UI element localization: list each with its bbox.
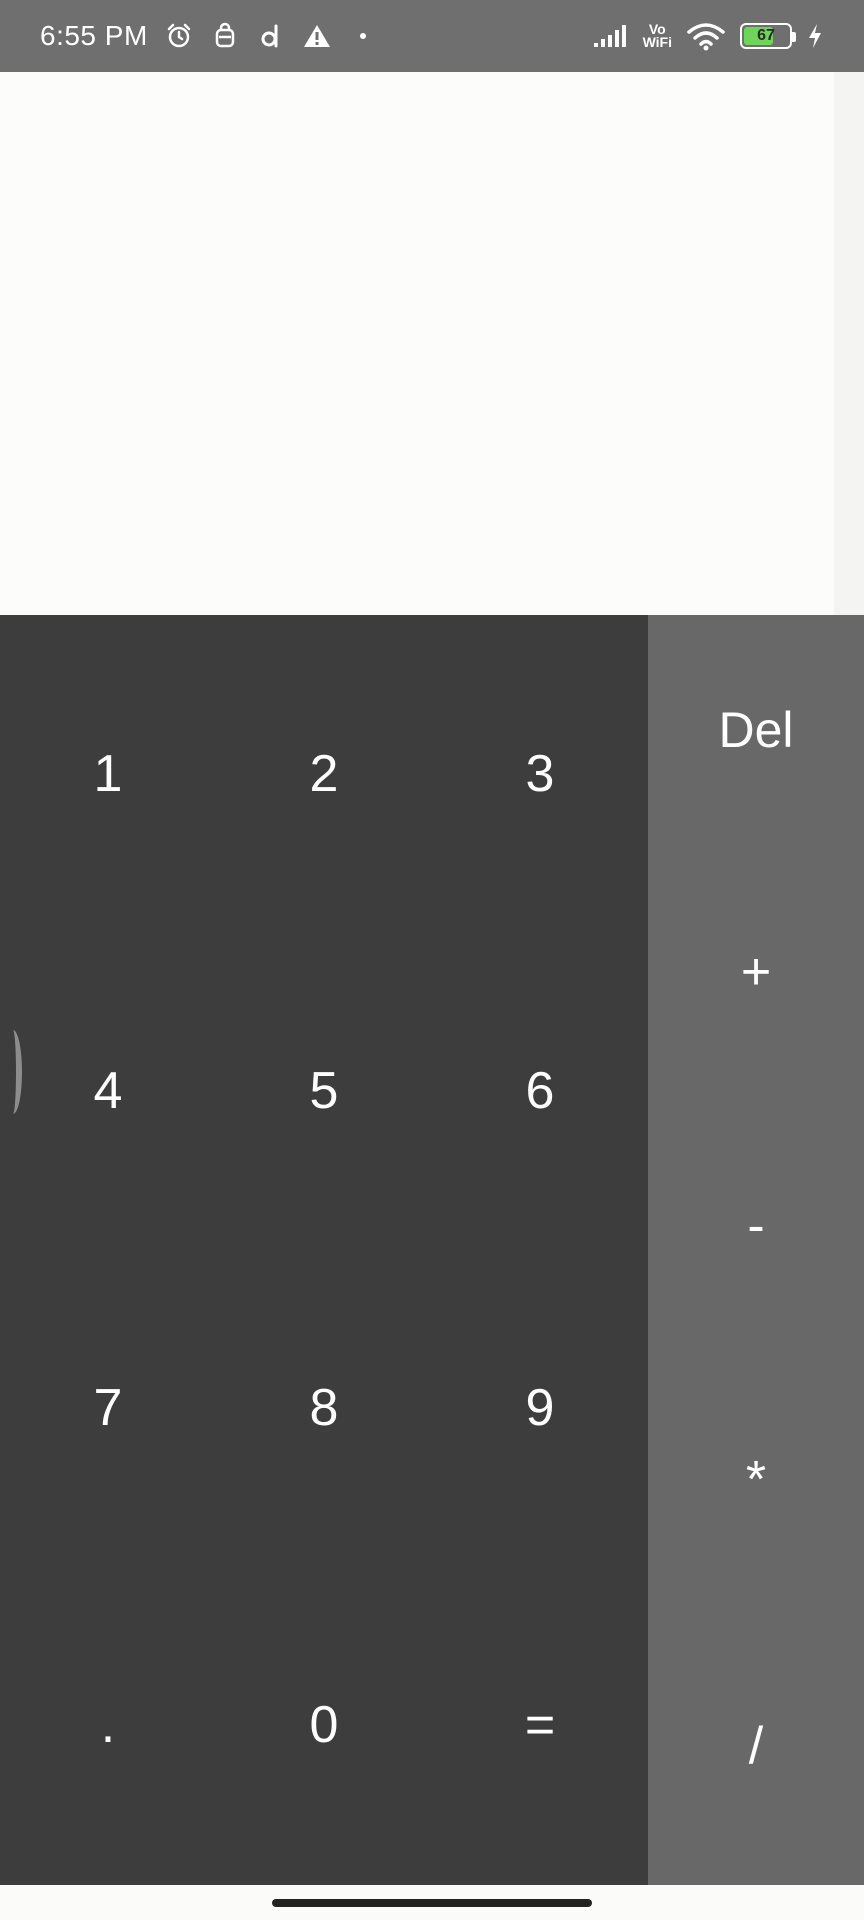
key-2[interactable]: 2 (216, 615, 432, 932)
key-plus[interactable]: + (648, 845, 864, 1099)
wifi-icon (686, 21, 726, 51)
dot-icon (348, 21, 378, 51)
status-bar: 6:55 PM Vo WiFi 67 (0, 0, 864, 72)
key-3[interactable]: 3 (432, 615, 648, 932)
battery-level: 67 (757, 27, 775, 44)
status-time: 6:55 PM (40, 20, 148, 51)
key-multiply[interactable]: * (648, 1353, 864, 1607)
key-divide[interactable]: / (648, 1607, 864, 1885)
operator-panel: Del + - * / (648, 615, 864, 1885)
navigation-bar (0, 1885, 864, 1920)
key-5[interactable]: 5 (216, 932, 432, 1249)
display-scroll-track (834, 72, 864, 615)
delete-button[interactable]: Del (648, 615, 864, 845)
key-minus[interactable]: - (648, 1099, 864, 1353)
charging-icon (806, 21, 824, 51)
warning-icon (302, 21, 332, 51)
status-left: 6:55 PM (40, 20, 378, 52)
battery-icon: 67 (740, 23, 796, 49)
calculator-display (0, 72, 864, 615)
vowifi-bottom: WiFi (642, 34, 672, 50)
key-6[interactable]: 6 (432, 932, 648, 1249)
key-9[interactable]: 9 (432, 1249, 648, 1566)
edge-back-gesture-handle[interactable] (4, 1030, 22, 1114)
bag-icon (210, 21, 240, 51)
key-0[interactable]: 0 (216, 1566, 432, 1883)
key-1[interactable]: 1 (0, 615, 216, 932)
battery-cap (792, 32, 796, 42)
key-8[interactable]: 8 (216, 1249, 432, 1566)
d-app-icon (256, 21, 286, 51)
key-equals[interactable]: = (432, 1566, 648, 1883)
vowifi-icon: Vo WiFi (642, 22, 672, 50)
number-keypad: 1 2 3 4 5 6 7 8 9 . 0 = (0, 615, 648, 1885)
alarm-icon (164, 21, 194, 51)
key-decimal[interactable]: . (0, 1566, 216, 1883)
status-right: Vo WiFi 67 (593, 21, 824, 51)
key-4[interactable]: 4 (0, 932, 216, 1249)
key-7[interactable]: 7 (0, 1249, 216, 1566)
signal-icon (593, 21, 629, 51)
home-indicator[interactable] (272, 1899, 592, 1907)
